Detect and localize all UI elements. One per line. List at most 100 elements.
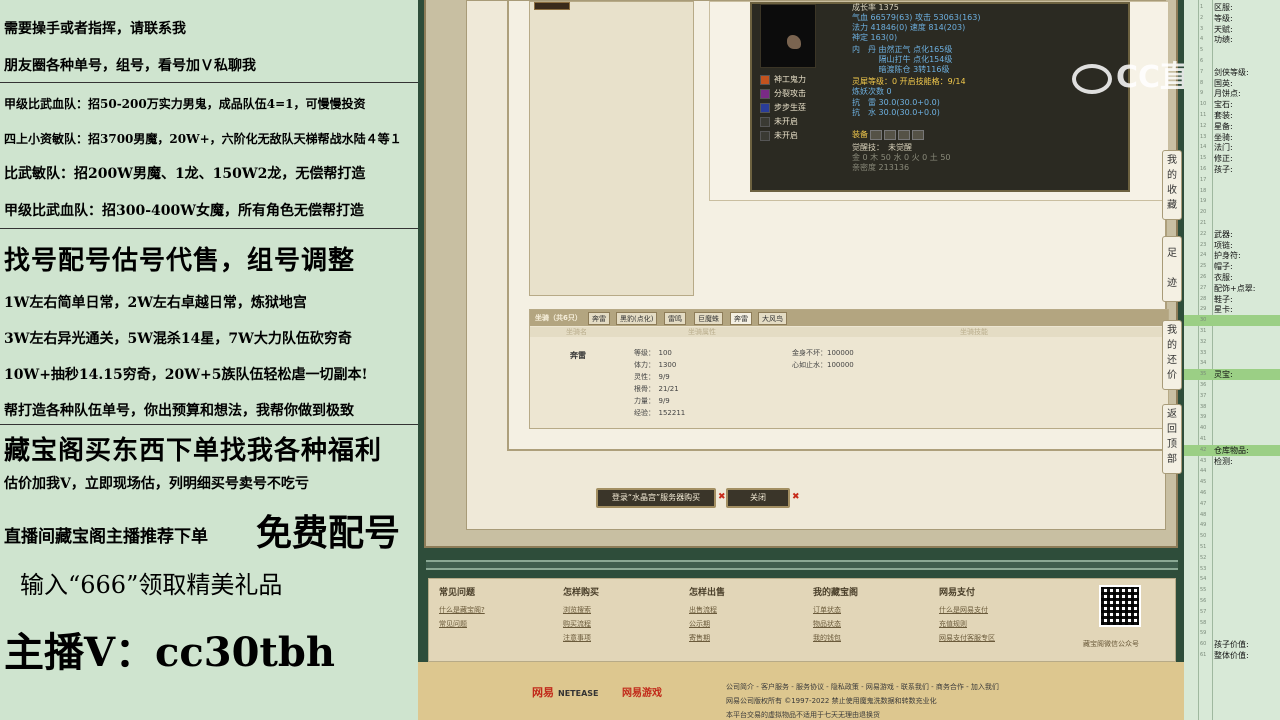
row-number: 37	[1200, 392, 1207, 399]
row-number: 46	[1200, 490, 1207, 496]
mount-stat: 力量： 9/9	[634, 397, 670, 405]
streamer-info-panel: 需要操手或者指挥，请联系我 朋友圈各种单号，组号，看号加Ｖ私聊我 甲级比武血队：…	[0, 0, 418, 720]
divider	[0, 82, 418, 83]
row-number: 7	[1200, 68, 1204, 75]
subheader-label: 坐骑属性	[688, 328, 716, 336]
tab-mount[interactable]: 黑豹(点化)	[616, 312, 658, 325]
tab-mount[interactable]: 巨魔蛛	[694, 312, 723, 325]
checklist-label: 坐骑:	[1214, 132, 1233, 142]
row-number: 27	[1200, 284, 1207, 291]
footer-link[interactable]: 出售流程	[689, 605, 717, 615]
equip-row: 装备	[852, 129, 924, 140]
footer-link[interactable]: 浏览搜索	[563, 605, 591, 615]
footer-links-row[interactable]: 公司简介 - 客户服务 - 服务协议 - 隐私政策 - 网易游戏 - 联系我们 …	[726, 682, 999, 692]
pet-stats-panel: 神工鬼力 分裂攻击 步步生莲 未开启 未开启 成长率 1375 气血 66579…	[750, 2, 1130, 192]
subheader-label: 坐骑名	[566, 328, 587, 336]
footer-link[interactable]: 充值规则	[939, 619, 967, 629]
row-number: 30	[1200, 317, 1207, 324]
row-number: 6	[1200, 58, 1204, 64]
footer-link[interactable]: 订单状态	[813, 605, 841, 615]
footer-link[interactable]: 网易支付客服专区	[939, 633, 995, 643]
footer-link[interactable]: 什么是网易支付	[939, 605, 988, 615]
info-line: 甲级比武血队：招300-400W女魔，所有角色无偿帮打造	[4, 203, 364, 219]
row-number: 12	[1200, 122, 1207, 129]
footer-link[interactable]: 注意事项	[563, 633, 591, 643]
row-number: 52	[1200, 554, 1207, 561]
pet-skill: 未开启	[760, 116, 798, 129]
side-tab-favorites[interactable]: 我的收藏	[1162, 150, 1182, 220]
checklist-label: 孩子:	[1214, 165, 1233, 174]
mount-name: 奔雷	[570, 351, 586, 360]
gift-line: 输入“666”领取精美礼品	[20, 571, 283, 599]
netease-logo: 网易 NETEASE	[532, 686, 599, 699]
row-number: 56	[1200, 598, 1207, 604]
tab-mount-active[interactable]: 奔雷	[730, 312, 752, 325]
footer-link[interactable]: 物品状态	[813, 619, 841, 629]
footer-heading: 怎样购买	[563, 588, 600, 598]
equip-slot[interactable]	[870, 129, 882, 140]
mount-tabs: 坐骑（共6只） 奔雷 黑豹(点化) 雷鸣 巨魔蛛 奔雷 大风鸟	[530, 310, 1168, 326]
locked-slot-icon	[760, 116, 770, 127]
pet-thumbnail[interactable]	[534, 2, 570, 10]
footer-link[interactable]: 我的钱包	[813, 633, 841, 643]
checklist-label: 星卡:	[1214, 305, 1233, 315]
checklist-label: 帽子:	[1214, 262, 1233, 272]
pet-skill[interactable]: 神工鬼力	[760, 74, 806, 87]
mount-skill: 心如止水：100000	[792, 361, 854, 369]
checklist-label: 星备:	[1214, 121, 1233, 131]
side-tab-back-to-top[interactable]: 返回顶部	[1162, 404, 1182, 474]
row-number: 47	[1200, 500, 1207, 507]
mount-stat: 经验： 152211	[634, 409, 686, 417]
pet-skill[interactable]: 步步生莲	[760, 102, 806, 115]
streamer-contact: 主播V：cc30tbh	[4, 629, 335, 676]
checklist-label: 剑侠等级:	[1214, 67, 1249, 77]
footer-link[interactable]: 常见问题	[439, 619, 467, 629]
row-number: 33	[1200, 349, 1207, 356]
checklist-label: 检测:	[1214, 456, 1233, 466]
tab-mount[interactable]: 奔雷	[588, 312, 610, 325]
equip-slot[interactable]	[884, 129, 896, 140]
stat-line: 暗渡陈仓 3转116级	[852, 65, 950, 74]
row-number: 43	[1200, 457, 1207, 464]
login-buy-button[interactable]: 登录“水晶宫”服务器购买	[596, 488, 716, 508]
info-line: 甲级比武血队：招50-200万实力男鬼，成品队伍4=1，可慢慢投资	[4, 97, 366, 111]
pet-skill[interactable]: 分裂攻击	[760, 88, 806, 101]
tab-mount[interactable]: 雷鸣	[664, 312, 686, 325]
tab-mount[interactable]: 大风鸟	[758, 312, 787, 325]
mount-skill: 金身不坏：100000	[792, 349, 854, 357]
footer-heading: 常见问题	[439, 588, 476, 598]
side-tab-footprints[interactable]: 足迹	[1162, 236, 1182, 302]
row-number: 15	[1200, 155, 1207, 162]
close-button[interactable]: 关闭	[726, 488, 790, 508]
footer-heading: 怎样出售	[689, 588, 726, 598]
footer-link[interactable]: 寄售期	[689, 633, 710, 643]
row-number: 48	[1200, 511, 1207, 518]
pet-list-column	[529, 1, 694, 296]
info-line: 10W+抽秒14.15穷奇，20W+5族队伍轻松虐一切副本!	[4, 367, 368, 383]
side-tab-my-offers[interactable]: 我的还价	[1162, 320, 1182, 390]
row-number: 38	[1200, 403, 1207, 410]
footer-link[interactable]: 公示期	[689, 619, 710, 629]
checklist-label: 天赋:	[1214, 24, 1233, 34]
footer-link[interactable]: 什么是藏宝阁?	[439, 605, 485, 615]
row-number: 20	[1200, 209, 1207, 216]
row-number: 3	[1200, 25, 1204, 32]
row-number: 18	[1200, 187, 1207, 194]
row-number: 35	[1200, 371, 1207, 378]
checklist-label: 功绩:	[1214, 35, 1233, 45]
stat-line: 抗 水 30.0(30.0+0.0)	[852, 108, 940, 117]
info-headline: 找号配号估号代售，组号调整	[4, 246, 356, 276]
grid-line	[1212, 0, 1213, 720]
close-x-icon[interactable]: ✖	[718, 492, 726, 502]
row-number: 1	[1200, 4, 1204, 10]
row-number: 32	[1200, 338, 1207, 345]
checklist-label: 国英:	[1214, 78, 1233, 88]
equip-slot[interactable]	[898, 129, 910, 140]
info-headline: 藏宝阁买东西下单找我各种福利	[4, 436, 383, 466]
qr-caption: 藏宝阁微信公众号	[1083, 640, 1139, 648]
close-x-icon[interactable]: ✖	[792, 492, 800, 502]
row-number: 21	[1200, 220, 1207, 226]
row-number: 44	[1200, 468, 1207, 475]
equip-slot[interactable]	[912, 129, 924, 140]
footer-link[interactable]: 购买流程	[563, 619, 591, 629]
